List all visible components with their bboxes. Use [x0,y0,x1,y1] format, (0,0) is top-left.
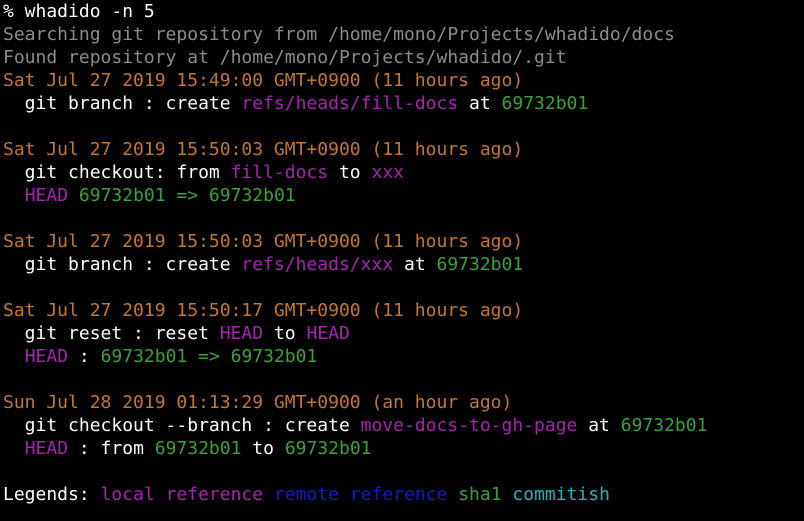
terminal-text-default: git reset : reset [3,323,220,344]
terminal-text-default: at [458,93,502,114]
terminal-text-commitish: commitish [512,484,610,505]
terminal-text-date: Sat Jul 27 2019 15:49:00 GMT+0900 (11 ho… [3,70,524,91]
terminal-text-local-ref: fill-docs [230,162,329,183]
terminal-text-remote-ref: remote reference [273,484,448,505]
terminal-text-local-ref: HEAD [24,438,69,459]
terminal-text-local-ref: refs/heads/fill-docs [241,93,459,114]
terminal-text-sha1: 69732b01 [620,415,708,436]
terminal-output-line: Searching git repository from /home/mono… [3,23,804,46]
terminal-text-local-ref: HEAD [306,323,350,344]
terminal-text-sha1: 69732b01 => 69732b01 [100,346,318,367]
terminal-text-default: git branch : create [3,254,242,275]
terminal-output-line: Sat Jul 27 2019 15:50:17 GMT+0900 (11 ho… [3,299,804,322]
terminal-text-default [502,484,513,505]
terminal-text-default [3,346,25,367]
terminal-output-line: HEAD : from 69732b01 to 69732b01 [3,437,804,460]
terminal-text-local-ref: HEAD [219,323,264,344]
terminal-text-default: to [328,162,372,183]
terminal-text-gray: Found repository at /home/mono/Projects/… [3,47,567,68]
terminal-text-sha1: 69732b01 [284,438,372,459]
terminal-text-local-ref: local reference [100,484,264,505]
terminal-text-sha1: sha1 [458,484,502,505]
terminal-text-date: Sat Jul 27 2019 15:50:03 GMT+0900 (11 ho… [3,231,524,252]
terminal-text-default: to [263,323,307,344]
terminal-text-local-ref: refs/heads/xxx [241,254,394,275]
terminal-text-default: to [241,438,285,459]
terminal-text-default [447,484,458,505]
command-prompt-line: % whadido -n 5 [3,0,804,23]
terminal-text-local-ref: xxx [371,162,404,183]
terminal-text-default: at [393,254,437,275]
terminal-window[interactable]: % whadido -n 5 Searching git repository f… [0,0,804,521]
terminal-text-default: Legends: [3,484,101,505]
terminal-text-default: : from [68,438,155,459]
terminal-text-local-ref: HEAD [24,346,69,367]
terminal-text-local-ref: HEAD [24,185,69,206]
terminal-text-default: : [68,346,101,367]
terminal-text-default: at [577,415,621,436]
terminal-text-default [3,185,25,206]
terminal-output-line: Sun Jul 28 2019 01:13:29 GMT+0900 (an ho… [3,391,804,414]
terminal-output-line: git branch : create refs/heads/xxx at 69… [3,253,804,276]
terminal-output-line: git branch : create refs/heads/fill-docs… [3,92,804,115]
terminal-text-local-ref: move-docs-to-gh-page [360,415,578,436]
terminal-output-line: Found repository at /home/mono/Projects/… [3,46,804,69]
terminal-text-gray: Searching git repository from /home/mono… [3,24,675,45]
terminal-text-sha1: 69732b01 [154,438,242,459]
terminal-output-line: git checkout: from fill-docs to xxx [3,161,804,184]
terminal-text-sha1: 69732b01 [436,254,524,275]
terminal-text-default [263,484,274,505]
terminal-text-default: % whadido -n 5 [3,1,155,22]
terminal-text-date: Sat Jul 27 2019 15:50:03 GMT+0900 (11 ho… [3,139,524,160]
terminal-text-date: Sun Jul 28 2019 01:13:29 GMT+0900 (an ho… [3,392,513,413]
terminal-output-line: git checkout --branch : create move-docs… [3,414,804,437]
terminal-output-line: git reset : reset HEAD to HEAD [3,322,804,345]
terminal-text-sha1: 69732b01 [501,93,589,114]
terminal-text-sha1: 69732b01 => 69732b01 [78,185,296,206]
terminal-output-line: HEAD : 69732b01 => 69732b01 [3,345,804,368]
terminal-text-default [68,185,79,206]
terminal-output-line: Sat Jul 27 2019 15:49:00 GMT+0900 (11 ho… [3,69,804,92]
terminal-output-line: HEAD 69732b01 => 69732b01 [3,184,804,207]
terminal-output-line: Sat Jul 27 2019 15:50:03 GMT+0900 (11 ho… [3,230,804,253]
terminal-text-date: Sat Jul 27 2019 15:50:17 GMT+0900 (11 ho… [3,300,524,321]
terminal-text-default: git branch : create [3,93,242,114]
terminal-text-default: git checkout --branch : create [3,415,361,436]
terminal-output-line: Legends: local reference remote referenc… [3,483,804,506]
terminal-text-default: git checkout: from [3,162,231,183]
terminal-text-default [3,438,25,459]
terminal-output-line: Sat Jul 27 2019 15:50:03 GMT+0900 (11 ho… [3,138,804,161]
